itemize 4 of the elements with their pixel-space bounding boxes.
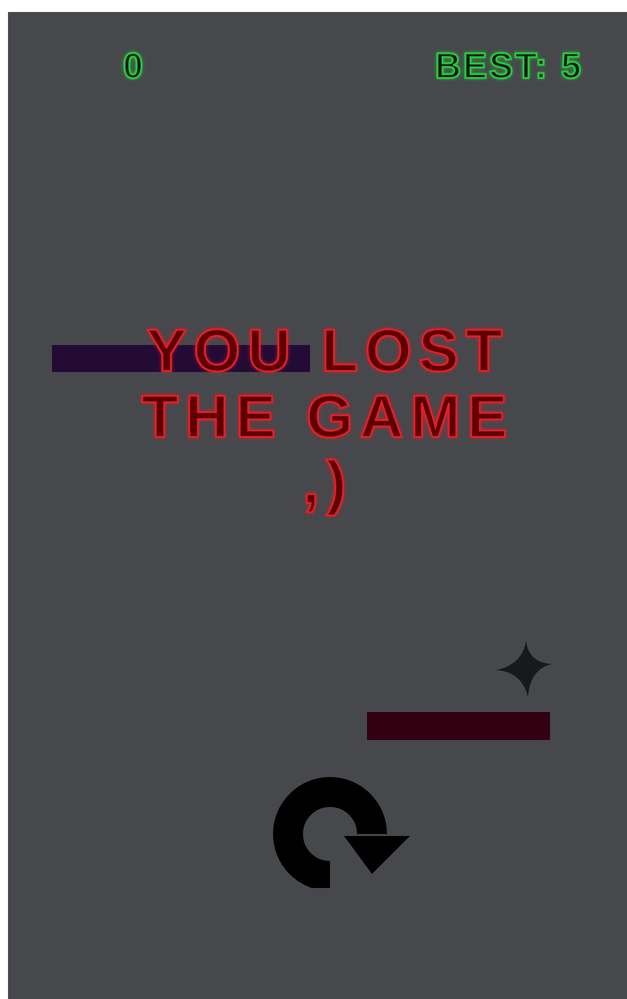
score: 0 (123, 46, 144, 86)
restart-icon (272, 776, 412, 888)
best-score: BEST: 5 (434, 46, 583, 86)
restart-button[interactable] (272, 776, 412, 888)
